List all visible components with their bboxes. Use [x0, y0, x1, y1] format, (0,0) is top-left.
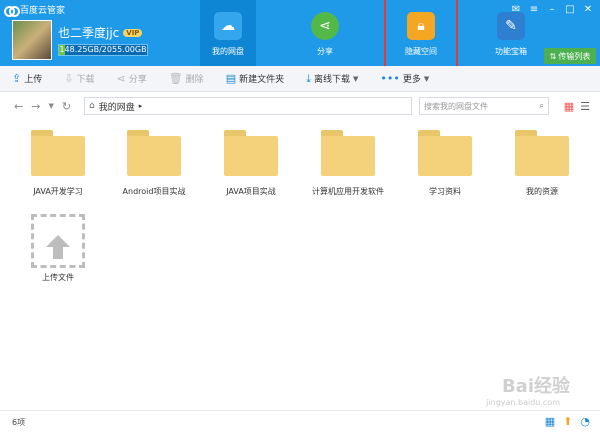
file-name: JAVA开发学习	[33, 187, 83, 196]
folder-icon	[418, 130, 472, 176]
list-item[interactable]: JAVA项目实战	[211, 130, 291, 197]
folder-icon	[224, 130, 278, 176]
breadcrumb-root[interactable]: 我的网盘	[99, 100, 135, 113]
baidu-cloud-logo-icon	[4, 5, 20, 17]
file-name: 我的资源	[526, 187, 558, 196]
refresh-icon[interactable]: ↻	[62, 100, 71, 113]
share-icon: ⋖	[311, 12, 339, 40]
speed-icon[interactable]: ◔	[580, 415, 590, 428]
upload-arrow-icon	[46, 235, 70, 259]
watermark-sub: jingyan.baidu.com	[486, 398, 560, 407]
status-icons: ▦ ⬆ ◔	[545, 415, 590, 428]
avatar[interactable]	[12, 20, 52, 60]
quota-text: 148.25GB/2055.00GB	[59, 45, 147, 54]
close-icon[interactable]: ✕	[580, 2, 596, 16]
offline-download-label: 离线下载	[313, 75, 350, 85]
breadcrumb[interactable]: ⌂ 我的网盘 ▸	[84, 97, 412, 115]
upload-icon: ⇪	[12, 72, 22, 85]
download-button[interactable]: ⇩ 下载	[64, 72, 94, 85]
search-icon[interactable]: ⌕	[540, 101, 544, 111]
upload-label: 上传	[24, 75, 43, 85]
status-bar: 6项 ▦ ⬆ ◔	[0, 410, 600, 433]
chevron-down-icon: ▼	[423, 74, 430, 83]
view-controls: ▦ ☰	[564, 100, 590, 113]
tab-toolbox[interactable]: ✎ 功能宝箱	[483, 0, 539, 66]
grid-view-icon[interactable]: ▦	[564, 100, 574, 113]
file-name: 学习资料	[429, 187, 461, 196]
tab-hidden-space[interactable]: 🔒︎ 隐藏空间	[384, 0, 458, 68]
tab-my-netdisk[interactable]: ☁ 我的网盘	[200, 0, 256, 66]
offline-download-icon: ⤓	[306, 71, 311, 85]
search-placeholder: 搜索我的网盘文件	[424, 101, 488, 111]
list-item[interactable]: 计算机应用开发软件	[308, 130, 388, 197]
home-icon: ⌂	[89, 101, 95, 111]
file-name: JAVA项目实战	[226, 187, 276, 196]
trash-icon: 🗑︎	[168, 72, 183, 85]
transfer-list-label: 传输列表	[558, 51, 591, 61]
upload-status-icon[interactable]: ⬆	[563, 415, 572, 428]
toolbar: ⇪ 上传 ⇩ 下载 ⋖ 分享 🗑︎ 删除 ▤ 新建文件夹 ⤓ 离线下载 ▼ ••…	[0, 66, 600, 92]
username[interactable]: 也二季度jjc	[58, 24, 119, 41]
folder-icon	[321, 130, 375, 176]
app-title-text: 百度云管家	[20, 6, 66, 16]
transfer-list-button[interactable]: ⇅ 传输列表	[544, 48, 596, 64]
upload-box	[31, 214, 85, 268]
tab-label: 隐藏空间	[405, 47, 437, 56]
nav-tabs: ☁ 我的网盘 ⋖ 分享 🔒︎ 隐藏空间 ✎ 功能宝箱	[200, 0, 580, 68]
new-folder-label: 新建文件夹	[239, 75, 285, 85]
list-view-icon[interactable]: ☰	[580, 100, 590, 113]
more-button[interactable]: ••• 更多 ▼	[380, 72, 429, 85]
item-count: 6项	[12, 417, 26, 427]
file-name: 上传文件	[42, 273, 74, 282]
file-name: Android项目实战	[122, 187, 186, 196]
forward-arrow-icon[interactable]: →	[31, 100, 40, 113]
tab-label: 我的网盘	[212, 47, 244, 56]
wrench-icon: ✎	[497, 12, 525, 40]
history-dropdown-icon[interactable]: ▼	[48, 102, 53, 110]
tab-label: 分享	[317, 47, 333, 56]
cloud-icon: ☁	[214, 12, 242, 40]
user-info: 也二季度jjc VIP	[58, 24, 143, 41]
search-input[interactable]: 搜索我的网盘文件 ⌕	[419, 97, 549, 115]
quota-bar: 148.25GB/2055.00GB	[58, 44, 148, 56]
tab-label: 功能宝箱	[495, 47, 527, 56]
vip-badge[interactable]: VIP	[123, 28, 143, 37]
transfer-icon: ⇅	[549, 51, 557, 61]
more-label: 更多	[402, 75, 421, 85]
tab-share[interactable]: ⋖ 分享	[297, 0, 353, 66]
back-arrow-icon[interactable]: ←	[14, 100, 23, 113]
file-name: 计算机应用开发软件	[312, 187, 384, 196]
delete-button[interactable]: 🗑︎ 删除	[169, 72, 204, 85]
folder-icon	[31, 130, 85, 176]
download-icon: ⇩	[64, 72, 74, 85]
watermark: Bai经验	[501, 376, 570, 397]
folder-icon	[515, 130, 569, 176]
new-folder-button[interactable]: ▤ 新建文件夹	[226, 72, 284, 85]
share-icon: ⋖	[116, 72, 126, 85]
header: 百度云管家 ✉ ≡ – □ ✕ 也二季度jjc VIP 148.25GB/205…	[0, 0, 600, 68]
apps-grid-icon[interactable]: ▦	[545, 415, 555, 428]
list-item[interactable]: 我的资源	[502, 130, 582, 197]
new-folder-icon: ▤	[225, 72, 237, 85]
list-item[interactable]: 学习资料	[405, 130, 485, 197]
list-item[interactable]: JAVA开发学习	[18, 130, 98, 197]
chevron-right-icon: ▸	[138, 102, 143, 110]
upload-file-tile[interactable]: 上传文件	[18, 214, 98, 283]
upload-button[interactable]: ⇪ 上传	[12, 72, 42, 85]
offline-download-button[interactable]: ⤓ 离线下载 ▼	[306, 72, 358, 86]
path-bar: ← → ▼ ↻ ⌂ 我的网盘 ▸ 搜索我的网盘文件 ⌕ ▦ ☰	[0, 92, 600, 120]
share-label: 分享	[128, 75, 147, 85]
chevron-down-icon: ▼	[353, 74, 359, 83]
delete-label: 删除	[185, 75, 204, 85]
lock-icon: 🔒︎	[407, 12, 435, 40]
share-button[interactable]: ⋖ 分享	[116, 72, 146, 85]
download-label: 下载	[76, 75, 95, 85]
folder-icon	[127, 130, 181, 176]
more-dots-icon: •••	[380, 72, 400, 85]
app-title: 百度云管家	[4, 3, 66, 17]
list-item[interactable]: Android项目实战	[114, 130, 194, 197]
